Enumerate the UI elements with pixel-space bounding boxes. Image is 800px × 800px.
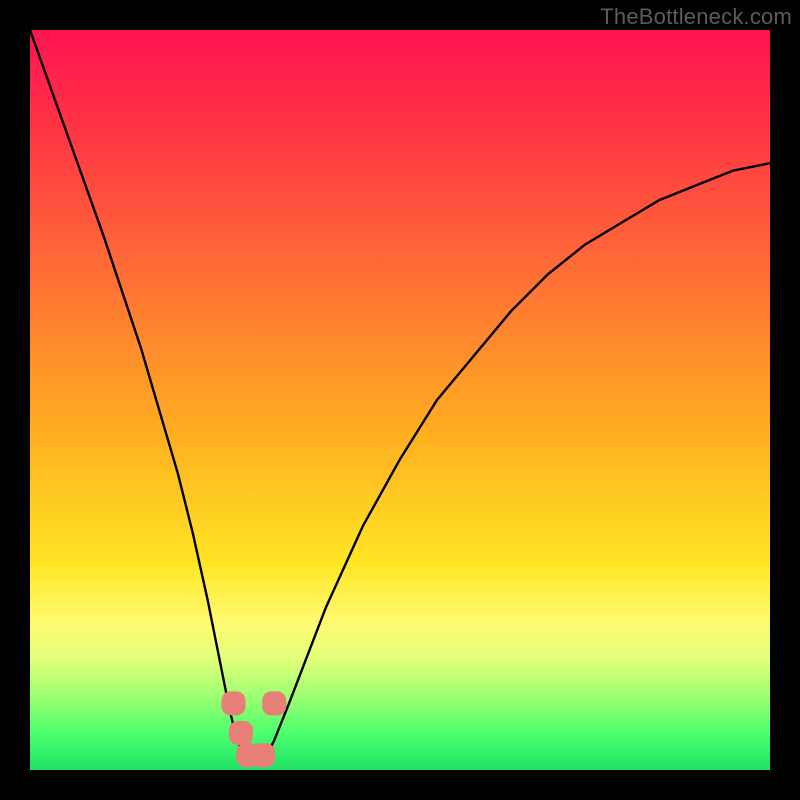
- marker-group: [222, 691, 287, 767]
- marker-trough-right: [251, 743, 275, 767]
- marker-left-wall-mid: [229, 721, 253, 745]
- watermark-text: TheBottleneck.com: [600, 4, 792, 30]
- bottleneck-curve-path: [30, 30, 770, 763]
- marker-right-wall: [262, 691, 286, 715]
- plot-area: [30, 30, 770, 770]
- marker-left-wall-top: [222, 691, 246, 715]
- curve-layer: [30, 30, 770, 770]
- chart-frame: TheBottleneck.com: [0, 0, 800, 800]
